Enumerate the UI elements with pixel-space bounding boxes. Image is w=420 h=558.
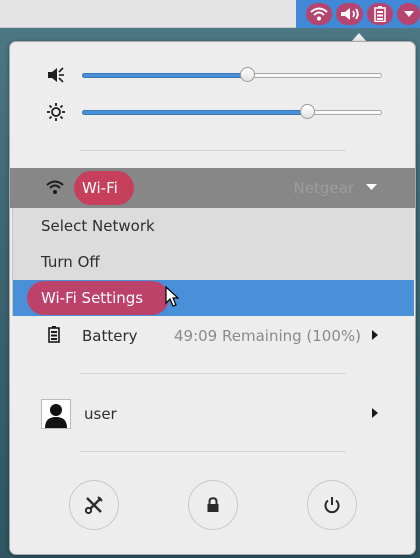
tools-icon [84, 496, 103, 515]
slider-fill [82, 73, 247, 78]
chevron-right-icon [372, 330, 378, 340]
slider-handle[interactable] [240, 67, 255, 82]
avatar-icon [45, 404, 67, 428]
separator [80, 373, 346, 374]
avatar [41, 399, 71, 429]
wifi-network-name: Netgear [293, 179, 354, 197]
menu-item-select-network[interactable]: Select Network [13, 208, 414, 244]
power-icon [324, 497, 340, 514]
lock-icon [207, 497, 219, 512]
separator [80, 150, 346, 151]
tray-volume[interactable] [336, 3, 363, 25]
menu-item-label: Select Network [41, 217, 155, 235]
tray-menu-arrow[interactable] [397, 3, 420, 25]
system-tray[interactable] [296, 0, 420, 28]
wifi-submenu: Select Network Turn Off Wi-Fi Settings [12, 208, 414, 316]
wifi-icon [310, 7, 328, 21]
chevron-right-icon [372, 408, 378, 418]
battery-status: 49:09 Remaining (100%) [174, 327, 362, 345]
battery-row[interactable]: Battery 49:09 Remaining (100%) [10, 318, 415, 354]
mouse-cursor-icon [165, 286, 179, 307]
battery-label: Battery [82, 327, 138, 345]
wifi-icon [46, 180, 64, 194]
wifi-label: Wi-Fi [82, 179, 118, 197]
menu-item-label: Wi-Fi Settings [41, 289, 144, 307]
slider-fill [82, 110, 307, 115]
chevron-down-icon [403, 11, 414, 17]
menu-item-label: Turn Off [41, 253, 100, 271]
user-label: user [84, 405, 117, 423]
menu-item-wifi-settings[interactable]: Wi-Fi Settings [13, 280, 414, 316]
volume-low-icon [48, 67, 64, 83]
wifi-section-header[interactable]: Wi-Fi Netgear [10, 168, 415, 208]
top-bar [0, 0, 296, 28]
lock-button[interactable] [188, 480, 238, 530]
volume-icon [340, 8, 359, 20]
separator [80, 451, 346, 452]
chevron-down-icon [366, 184, 377, 190]
tray-wifi[interactable] [306, 3, 333, 25]
power-button[interactable] [307, 480, 357, 530]
settings-button[interactable] [69, 480, 119, 530]
brightness-icon [47, 103, 65, 121]
system-menu-popup: Wi-Fi Netgear Select Network Turn Off Wi… [9, 41, 416, 555]
battery-icon [48, 326, 60, 343]
volume-slider[interactable] [10, 60, 415, 90]
brightness-slider[interactable] [10, 97, 415, 127]
battery-icon [374, 6, 386, 22]
slider-handle[interactable] [300, 104, 315, 119]
menu-item-turn-off[interactable]: Turn Off [13, 244, 414, 280]
tray-battery[interactable] [366, 3, 394, 25]
